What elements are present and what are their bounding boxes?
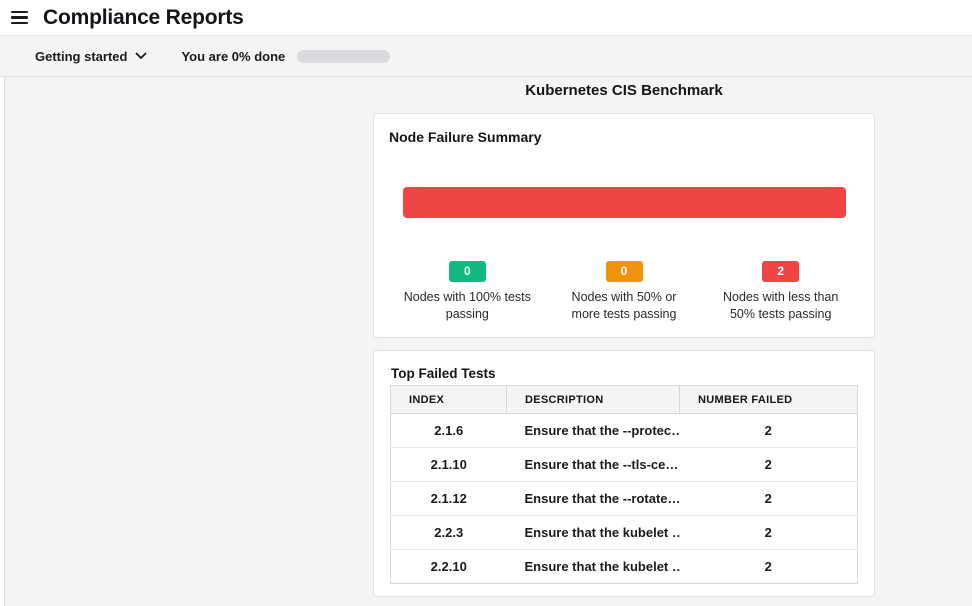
table-row: 2.2.10 Ensure that the kubelet … 2 — [391, 550, 858, 584]
cell-description: Ensure that the --tls-ce… — [507, 448, 680, 482]
cell-description: Ensure that the --protec… — [507, 414, 680, 448]
table-row: 2.2.3 Ensure that the kubelet … 2 — [391, 516, 858, 550]
node-failure-summary-title: Node Failure Summary — [389, 129, 859, 145]
node-failure-stacked-bar — [403, 187, 846, 218]
cell-number-failed: 2 — [680, 448, 858, 482]
top-failed-tests-card: Top Failed Tests INDEX DESCRIPTION NUMBE… — [373, 350, 875, 597]
cell-number-failed: 2 — [680, 414, 858, 448]
stat-label: Nodes with 50% or more tests passing — [546, 289, 703, 323]
count-badge-red: 2 — [762, 261, 799, 282]
stat-nodes-50-or-more-passing: 0 Nodes with 50% or more tests passing — [546, 261, 703, 323]
chevron-down-icon — [135, 52, 147, 60]
node-failure-stats-row: 0 Nodes with 100% tests passing 0 Nodes … — [389, 261, 859, 323]
table-row: 2.1.12 Ensure that the --rotate… 2 — [391, 482, 858, 516]
cell-number-failed: 2 — [680, 482, 858, 516]
top-failed-tests-table: INDEX DESCRIPTION NUMBER FAILED 2.1.6 En… — [390, 385, 858, 584]
getting-started-bar: Getting started You are 0% done — [0, 35, 972, 77]
cell-index: 2.2.3 — [391, 516, 507, 550]
column-header-number-failed[interactable]: NUMBER FAILED — [680, 386, 858, 414]
table-row: 2.1.6 Ensure that the --protec… 2 — [391, 414, 858, 448]
progress-bar — [297, 50, 390, 63]
page-title: Compliance Reports — [43, 6, 244, 30]
cell-index: 2.2.10 — [391, 550, 507, 584]
cell-index: 2.1.12 — [391, 482, 507, 516]
hamburger-menu-icon[interactable] — [8, 6, 32, 30]
report-column: Kubernetes CIS Benchmark Node Failure Su… — [373, 77, 875, 597]
main-content: Kubernetes CIS Benchmark Node Failure Su… — [4, 77, 972, 606]
table-header-row: INDEX DESCRIPTION NUMBER FAILED — [391, 386, 858, 414]
getting-started-label: Getting started — [35, 49, 127, 64]
cell-number-failed: 2 — [680, 550, 858, 584]
table-row: 2.1.10 Ensure that the --tls-ce… 2 — [391, 448, 858, 482]
top-failed-tests-title: Top Failed Tests — [390, 366, 858, 381]
getting-started-dropdown[interactable]: Getting started — [35, 49, 147, 64]
cell-index: 2.1.10 — [391, 448, 507, 482]
count-badge-orange: 0 — [606, 261, 643, 282]
stat-label: Nodes with less than 50% tests passing — [702, 289, 859, 323]
cell-description: Ensure that the --rotate… — [507, 482, 680, 516]
column-header-index[interactable]: INDEX — [391, 386, 507, 414]
cell-description: Ensure that the kubelet … — [507, 550, 680, 584]
column-header-description[interactable]: DESCRIPTION — [507, 386, 680, 414]
report-title: Kubernetes CIS Benchmark — [373, 82, 875, 99]
stat-label: Nodes with 100% tests passing — [389, 289, 546, 323]
cell-description: Ensure that the kubelet … — [507, 516, 680, 550]
app-header: Compliance Reports — [0, 0, 972, 35]
stat-nodes-100-passing: 0 Nodes with 100% tests passing — [389, 261, 546, 323]
cell-number-failed: 2 — [680, 516, 858, 550]
count-badge-green: 0 — [449, 261, 486, 282]
stat-nodes-less-than-50-passing: 2 Nodes with less than 50% tests passing — [702, 261, 859, 323]
cell-index: 2.1.6 — [391, 414, 507, 448]
node-failure-summary-card: Node Failure Summary 0 Nodes with 100% t… — [373, 113, 875, 338]
progress-text: You are 0% done — [181, 49, 285, 64]
